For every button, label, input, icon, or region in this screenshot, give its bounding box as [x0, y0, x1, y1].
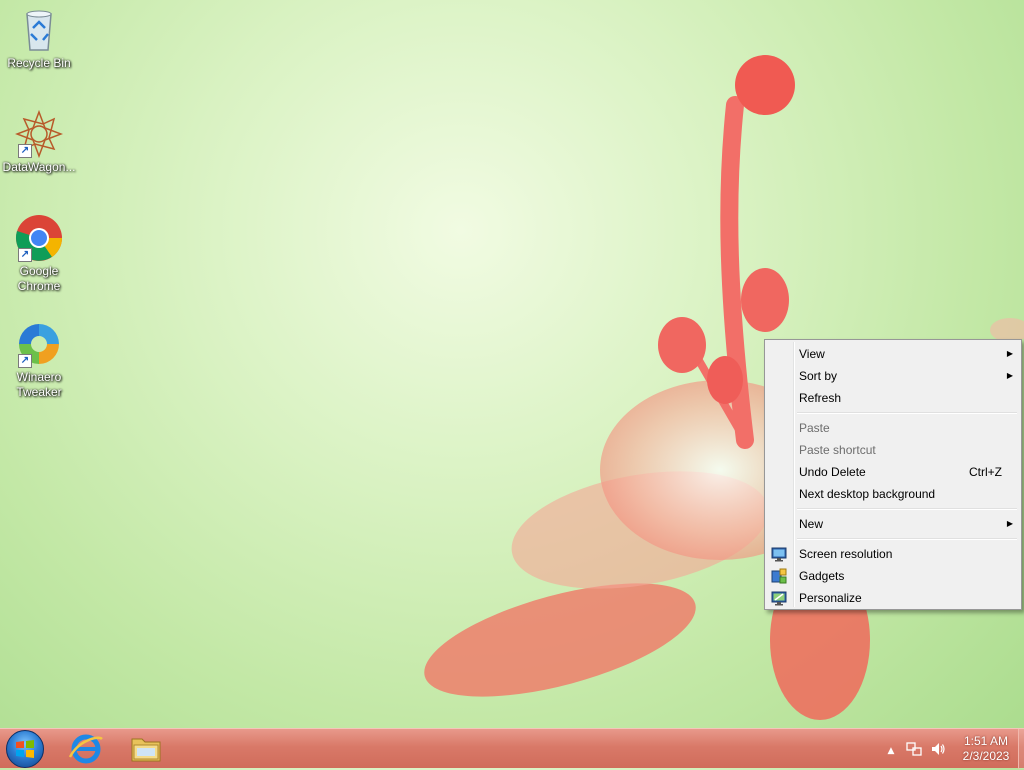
menu-item-label: Screen resolution: [799, 547, 893, 561]
menu-item-view[interactable]: View ▶: [767, 343, 1019, 365]
menu-item-label: Next desktop background: [799, 487, 936, 501]
shortcut-arrow-icon: ↗: [18, 144, 32, 158]
submenu-arrow-icon: ▶: [1006, 371, 1013, 380]
clock-time: 1:51 AM: [963, 734, 1009, 748]
desktop-context-menu: View ▶ Sort by ▶ Refresh Paste Paste sho…: [764, 339, 1022, 610]
menu-item-label: View: [799, 347, 825, 361]
menu-item-gadgets[interactable]: Gadgets: [767, 565, 1019, 587]
volume-icon[interactable]: [930, 741, 946, 757]
menu-item-label: Paste: [799, 421, 830, 435]
clock-date: 2/3/2023: [962, 749, 1010, 763]
system-clock[interactable]: 1:51 AM 2/3/2023: [958, 734, 1014, 764]
show-hidden-icons-button[interactable]: ▲: [883, 741, 899, 757]
desktop-icon-label: DataWagon...: [2, 160, 76, 174]
menu-item-label: Sort by: [799, 369, 838, 383]
personalize-icon: [771, 591, 787, 606]
desktop-icon-winaero-tweaker[interactable]: ↗ Winaero Tweaker: [0, 320, 78, 400]
submenu-arrow-icon: ▶: [1006, 519, 1013, 528]
start-button[interactable]: [6, 730, 44, 768]
menu-item-paste: Paste: [767, 417, 1019, 439]
menu-item-label: Refresh: [799, 391, 842, 405]
submenu-arrow-icon: ▶: [1006, 349, 1013, 358]
menu-item-undo-delete[interactable]: Undo Delete Ctrl+Z: [767, 461, 1019, 483]
taskbar-internet-explorer[interactable]: [58, 731, 114, 767]
menu-separator: [797, 508, 1017, 510]
menu-separator: [797, 538, 1017, 540]
monitor-icon: [771, 547, 787, 562]
chevron-up-icon: ▲: [887, 746, 895, 756]
recycle-bin-icon: [15, 6, 63, 54]
network-icon[interactable]: [906, 741, 922, 757]
menu-item-label: New: [799, 517, 824, 531]
menu-item-label: Personalize: [799, 591, 862, 605]
menu-separator: [797, 412, 1017, 414]
menu-item-label: Gadgets: [799, 569, 845, 583]
taskbar: ▲ 1:51 AM 2/3/2023: [0, 728, 1024, 769]
show-desktop-button[interactable]: [1018, 729, 1024, 769]
desktop-icon-recycle-bin[interactable]: Recycle Bin: [0, 6, 78, 71]
desktop-icon-google-chrome[interactable]: ↗ Google Chrome: [0, 214, 78, 294]
desktop-icon-label: Winaero Tweaker: [16, 370, 62, 399]
menu-item-screen-resolution[interactable]: Screen resolution: [767, 543, 1019, 565]
menu-item-sort-by[interactable]: Sort by ▶: [767, 365, 1019, 387]
desktop-icon-datawagon[interactable]: ↗ DataWagon...: [0, 109, 78, 175]
internet-explorer-icon: [68, 734, 103, 764]
menu-item-label: Undo Delete: [799, 465, 866, 479]
taskbar-file-explorer[interactable]: [118, 731, 174, 767]
menu-item-label: Paste shortcut: [799, 443, 876, 457]
menu-item-next-desktop-background[interactable]: Next desktop background: [767, 483, 1019, 505]
desktop-icon-label: Google Chrome: [17, 264, 61, 293]
menu-item-personalize[interactable]: Personalize: [767, 587, 1019, 609]
windows-logo-icon: [16, 740, 34, 758]
winaero-tweaker-icon: ↗: [15, 320, 63, 368]
menu-item-new[interactable]: New ▶: [767, 513, 1019, 535]
chrome-icon: ↗: [15, 214, 63, 262]
shortcut-arrow-icon: ↗: [18, 248, 32, 262]
menu-item-refresh[interactable]: Refresh: [767, 387, 1019, 409]
datawagon-icon: ↗: [14, 109, 64, 159]
menu-item-paste-shortcut: Paste shortcut: [767, 439, 1019, 461]
file-explorer-icon: [131, 738, 161, 762]
menu-item-shortcut-key: Ctrl+Z: [969, 465, 1002, 479]
gadgets-icon: [771, 568, 787, 584]
shortcut-arrow-icon: ↗: [18, 354, 32, 368]
desktop-icon-label: Recycle Bin: [7, 56, 71, 70]
